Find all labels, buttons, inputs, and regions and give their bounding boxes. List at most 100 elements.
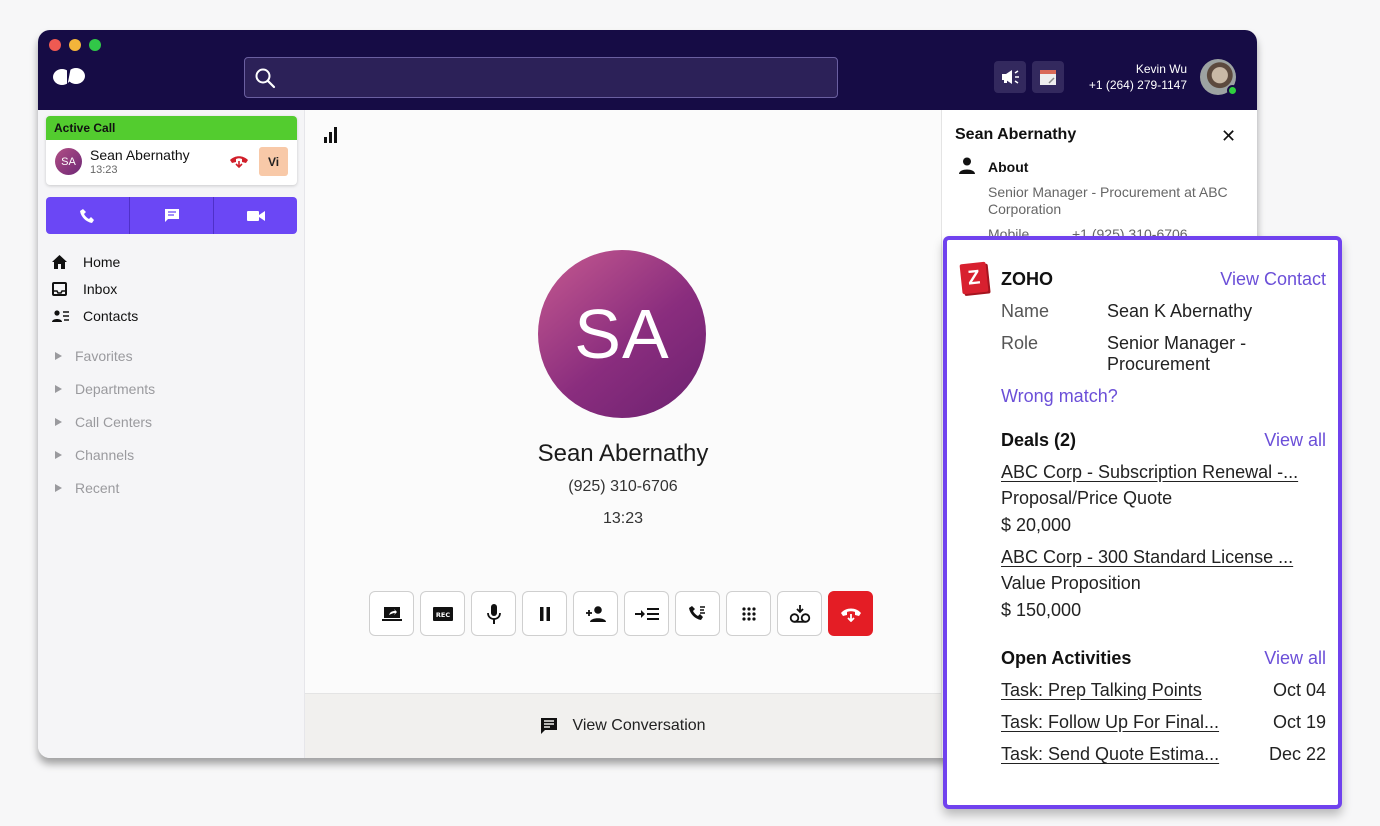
about-label: About [988,159,1029,175]
nav-contacts[interactable]: Contacts [52,302,138,329]
activities-view-all-link[interactable]: View all [1264,648,1326,669]
video-call-button[interactable] [214,197,297,234]
view-contact-link[interactable]: View Contact [1220,269,1326,290]
inbox-icon [52,281,67,296]
calendar-button[interactable] [1032,61,1064,93]
transfer-button[interactable] [624,591,669,636]
hold-button[interactable] [522,591,567,636]
call-controls: REC [369,591,873,636]
activity-date: Oct 19 [1272,712,1326,732]
title-bar: Kevin Wu +1 (264) 279-1147 [38,30,1257,110]
keypad-button[interactable] [726,591,771,636]
call-duration: 13:23 [90,164,118,176]
wrong-match-link[interactable]: Wrong match? [1001,386,1118,407]
caller-name: Sean Abernathy [90,147,190,163]
call-timer: 13:23 [602,510,644,527]
role-value-line1: Senior Manager - [1107,333,1247,353]
callee-phone: (925) 310-6706 [568,478,678,495]
deals-view-all-link[interactable]: View all [1264,430,1326,451]
maximize-window-button[interactable] [89,39,101,51]
name-label: Name [1001,301,1050,321]
expand-icon [55,418,62,426]
call-button[interactable] [46,197,130,234]
name-value: Sean K Abernathy [1107,301,1253,321]
deal-stage: Proposal/Price Quote [1001,488,1173,508]
megaphone-icon [1002,70,1019,84]
mute-button[interactable] [471,591,516,636]
group-label: Departments [75,381,156,397]
deal-title-link[interactable]: ABC Corp - Subscription Renewal -... [1001,462,1298,483]
main-nav: Home Inbox Contacts [52,248,138,329]
group-favorites[interactable]: Favorites [55,348,133,364]
group-recent[interactable]: Recent [55,480,119,496]
person-icon [959,157,975,174]
calendar-icon [1040,70,1056,85]
call-queue-button[interactable] [675,591,720,636]
active-call-card[interactable]: Active Call SA Sean Abernathy 13:23 Vi [46,116,297,185]
about-text: Senior Manager - Procurement at ABC Corp… [988,184,1228,217]
message-button[interactable] [130,197,214,234]
share-screen-icon [381,606,402,621]
microphone-icon [486,603,501,624]
quick-actions [46,197,297,234]
voicemail-drop-button[interactable] [777,591,822,636]
pause-icon [539,606,550,621]
group-departments[interactable]: Departments [55,381,155,397]
hang-up-button[interactable] [828,591,873,636]
caller-avatar: SA [55,148,82,175]
svg-text:REC: REC [435,611,449,619]
view-conversation-button[interactable]: View Conversation [305,693,941,758]
deal-stage: Value Proposition [1001,573,1141,593]
record-icon: REC [432,606,453,621]
view-conversation-label: View Conversation [572,717,706,734]
close-window-button[interactable] [49,39,61,51]
voicemail-drop-icon [789,604,810,623]
nav-home-label: Home [83,253,121,270]
activity-link[interactable]: Task: Send Quote Estima... [1001,744,1219,765]
hang-up-icon [840,608,861,622]
hang-up-icon[interactable] [229,154,249,168]
contacts-icon [52,309,69,322]
search-input[interactable] [244,57,838,98]
expand-icon [55,385,62,393]
role-value-line2: Procurement [1107,354,1211,374]
group-call-centers[interactable]: Call Centers [55,414,152,430]
conversation-icon [541,718,558,734]
phone-icon [79,208,94,223]
record-button[interactable]: REC [420,591,465,636]
home-icon [52,254,67,269]
activity-link[interactable]: Task: Prep Talking Points [1001,680,1202,701]
open-activities-title: Open Activities [1001,648,1132,668]
contact-title: Sean Abernathy [955,126,1077,143]
signal-strength-icon [324,127,337,143]
minimize-window-button[interactable] [69,39,81,51]
nav-contacts-label: Contacts [83,307,139,324]
active-call-label: Active Call [46,116,297,140]
user-phone: +1 (264) 279-1147 [1088,78,1187,92]
nav-inbox[interactable]: Inbox [52,275,138,302]
window-controls [49,39,101,51]
activity-link[interactable]: Task: Follow Up For Final... [1001,712,1219,733]
presence-status-indicator [1227,85,1238,96]
add-participant-button[interactable] [573,591,618,636]
announcements-button[interactable] [994,61,1026,93]
video-icon [246,210,265,221]
deal-amount: $ 150,000 [1001,600,1082,620]
zoho-logo-icon: Z [959,261,989,295]
group-label: Channels [75,447,135,463]
expand-icon [55,352,62,360]
phone-list-icon [688,605,705,620]
expand-icon [55,451,62,459]
video-badge[interactable]: Vi [259,147,288,176]
keypad-icon [741,606,756,621]
share-screen-button[interactable] [369,591,414,636]
close-icon[interactable]: ✕ [1221,126,1236,147]
deal-amount: $ 20,000 [1001,515,1072,535]
deal-title-link[interactable]: ABC Corp - 300 Standard License ... [1001,547,1293,568]
nav-home[interactable]: Home [52,248,138,275]
group-channels[interactable]: Channels [55,447,134,463]
call-panel: SA Sean Abernathy (925) 310-6706 13:23 R… [305,110,941,758]
group-label: Favorites [75,348,133,364]
callee-avatar: SA [538,250,706,418]
user-name: Kevin Wu [1135,62,1187,76]
